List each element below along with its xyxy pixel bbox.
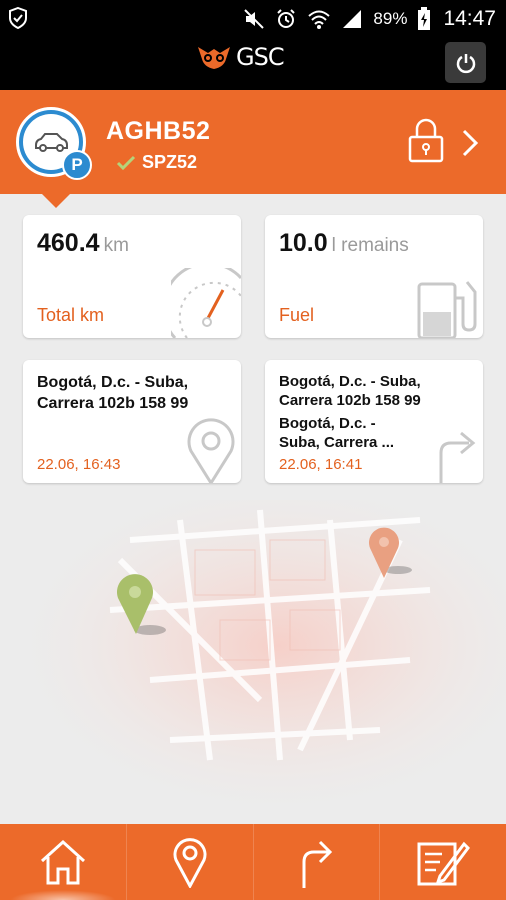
nav-home-button[interactable]	[0, 824, 126, 900]
fuel-value-row: 10.0 l remains	[279, 229, 409, 258]
vehicle-plate: AGHB52	[106, 117, 211, 145]
total-km-caption: Total km	[37, 305, 105, 325]
brand-logo: GSC	[196, 43, 285, 71]
brand-name: GSC	[236, 43, 285, 71]
wifi-icon	[308, 10, 331, 29]
clock: 14:47	[443, 6, 496, 30]
fuel-pump-icon	[417, 281, 477, 338]
speedometer-icon	[171, 268, 241, 338]
app-header: GSC	[0, 37, 506, 90]
vehicle-subplate: SPZ52	[116, 152, 197, 173]
map-illustration	[0, 500, 506, 824]
turn-arrow-icon	[302, 840, 333, 888]
alarm-icon	[277, 8, 296, 28]
shield-icon	[9, 7, 27, 29]
turn-right-arrow-icon	[439, 431, 476, 483]
nav-trips-button[interactable]	[252, 824, 380, 900]
fuel-value: 10.0	[279, 229, 328, 257]
status-bar: 89% 14:47	[0, 0, 506, 37]
battery-percent: 89%	[373, 8, 408, 28]
nav-notes-button[interactable]	[379, 824, 506, 900]
chevron-right-icon[interactable]	[460, 128, 480, 158]
location-address-line2: Carrera 102b 158 99	[37, 395, 189, 412]
signal-icon	[343, 9, 362, 28]
car-icon	[35, 133, 68, 152]
location-time: 22.06, 16:43	[37, 456, 121, 473]
map-pin-icon	[187, 418, 235, 483]
nav-location-button[interactable]	[125, 824, 253, 900]
total-km-value-row: 460.4 km	[37, 229, 129, 258]
lock-icon[interactable]	[408, 117, 444, 163]
bottom-navigation	[0, 824, 506, 900]
parking-badge: P	[62, 150, 92, 180]
subplate-label: SPZ52	[142, 152, 198, 172]
location-address: Bogotá, D.c. - Suba, Carrera 102b 158 99	[37, 372, 227, 414]
power-button[interactable]	[445, 42, 486, 83]
location-address-line1: Bogotá, D.c. - Suba,	[37, 374, 189, 391]
total-km-card[interactable]: 460.4 km Total km	[23, 215, 241, 338]
edit-notes-icon	[417, 841, 471, 886]
home-icon	[40, 839, 85, 885]
fuel-unit: l remains	[331, 235, 409, 256]
total-km-value: 460.4	[37, 229, 100, 257]
owl-logo-icon	[198, 47, 230, 69]
fuel-card[interactable]: 10.0 l remains Fuel	[265, 215, 483, 338]
total-km-unit: km	[103, 235, 129, 256]
mute-icon	[244, 8, 265, 29]
trip-from-line1: Bogotá, D.c. - Suba,	[279, 373, 421, 390]
trip-card[interactable]: Bogotá, D.c. - Suba, Carrera 102b 158 99…	[265, 360, 483, 483]
header-pointer	[42, 194, 70, 208]
check-icon	[116, 155, 136, 170]
fuel-caption: Fuel	[279, 305, 315, 325]
trip-from-line2: Carrera 102b 158 99	[279, 392, 421, 409]
location-card[interactable]: Bogotá, D.c. - Suba, Carrera 102b 158 99…	[23, 360, 241, 483]
trip-time: 22.06, 16:41	[279, 456, 363, 473]
battery-charging-icon	[418, 6, 431, 30]
location-pin-icon	[173, 838, 207, 888]
power-icon	[456, 53, 475, 73]
